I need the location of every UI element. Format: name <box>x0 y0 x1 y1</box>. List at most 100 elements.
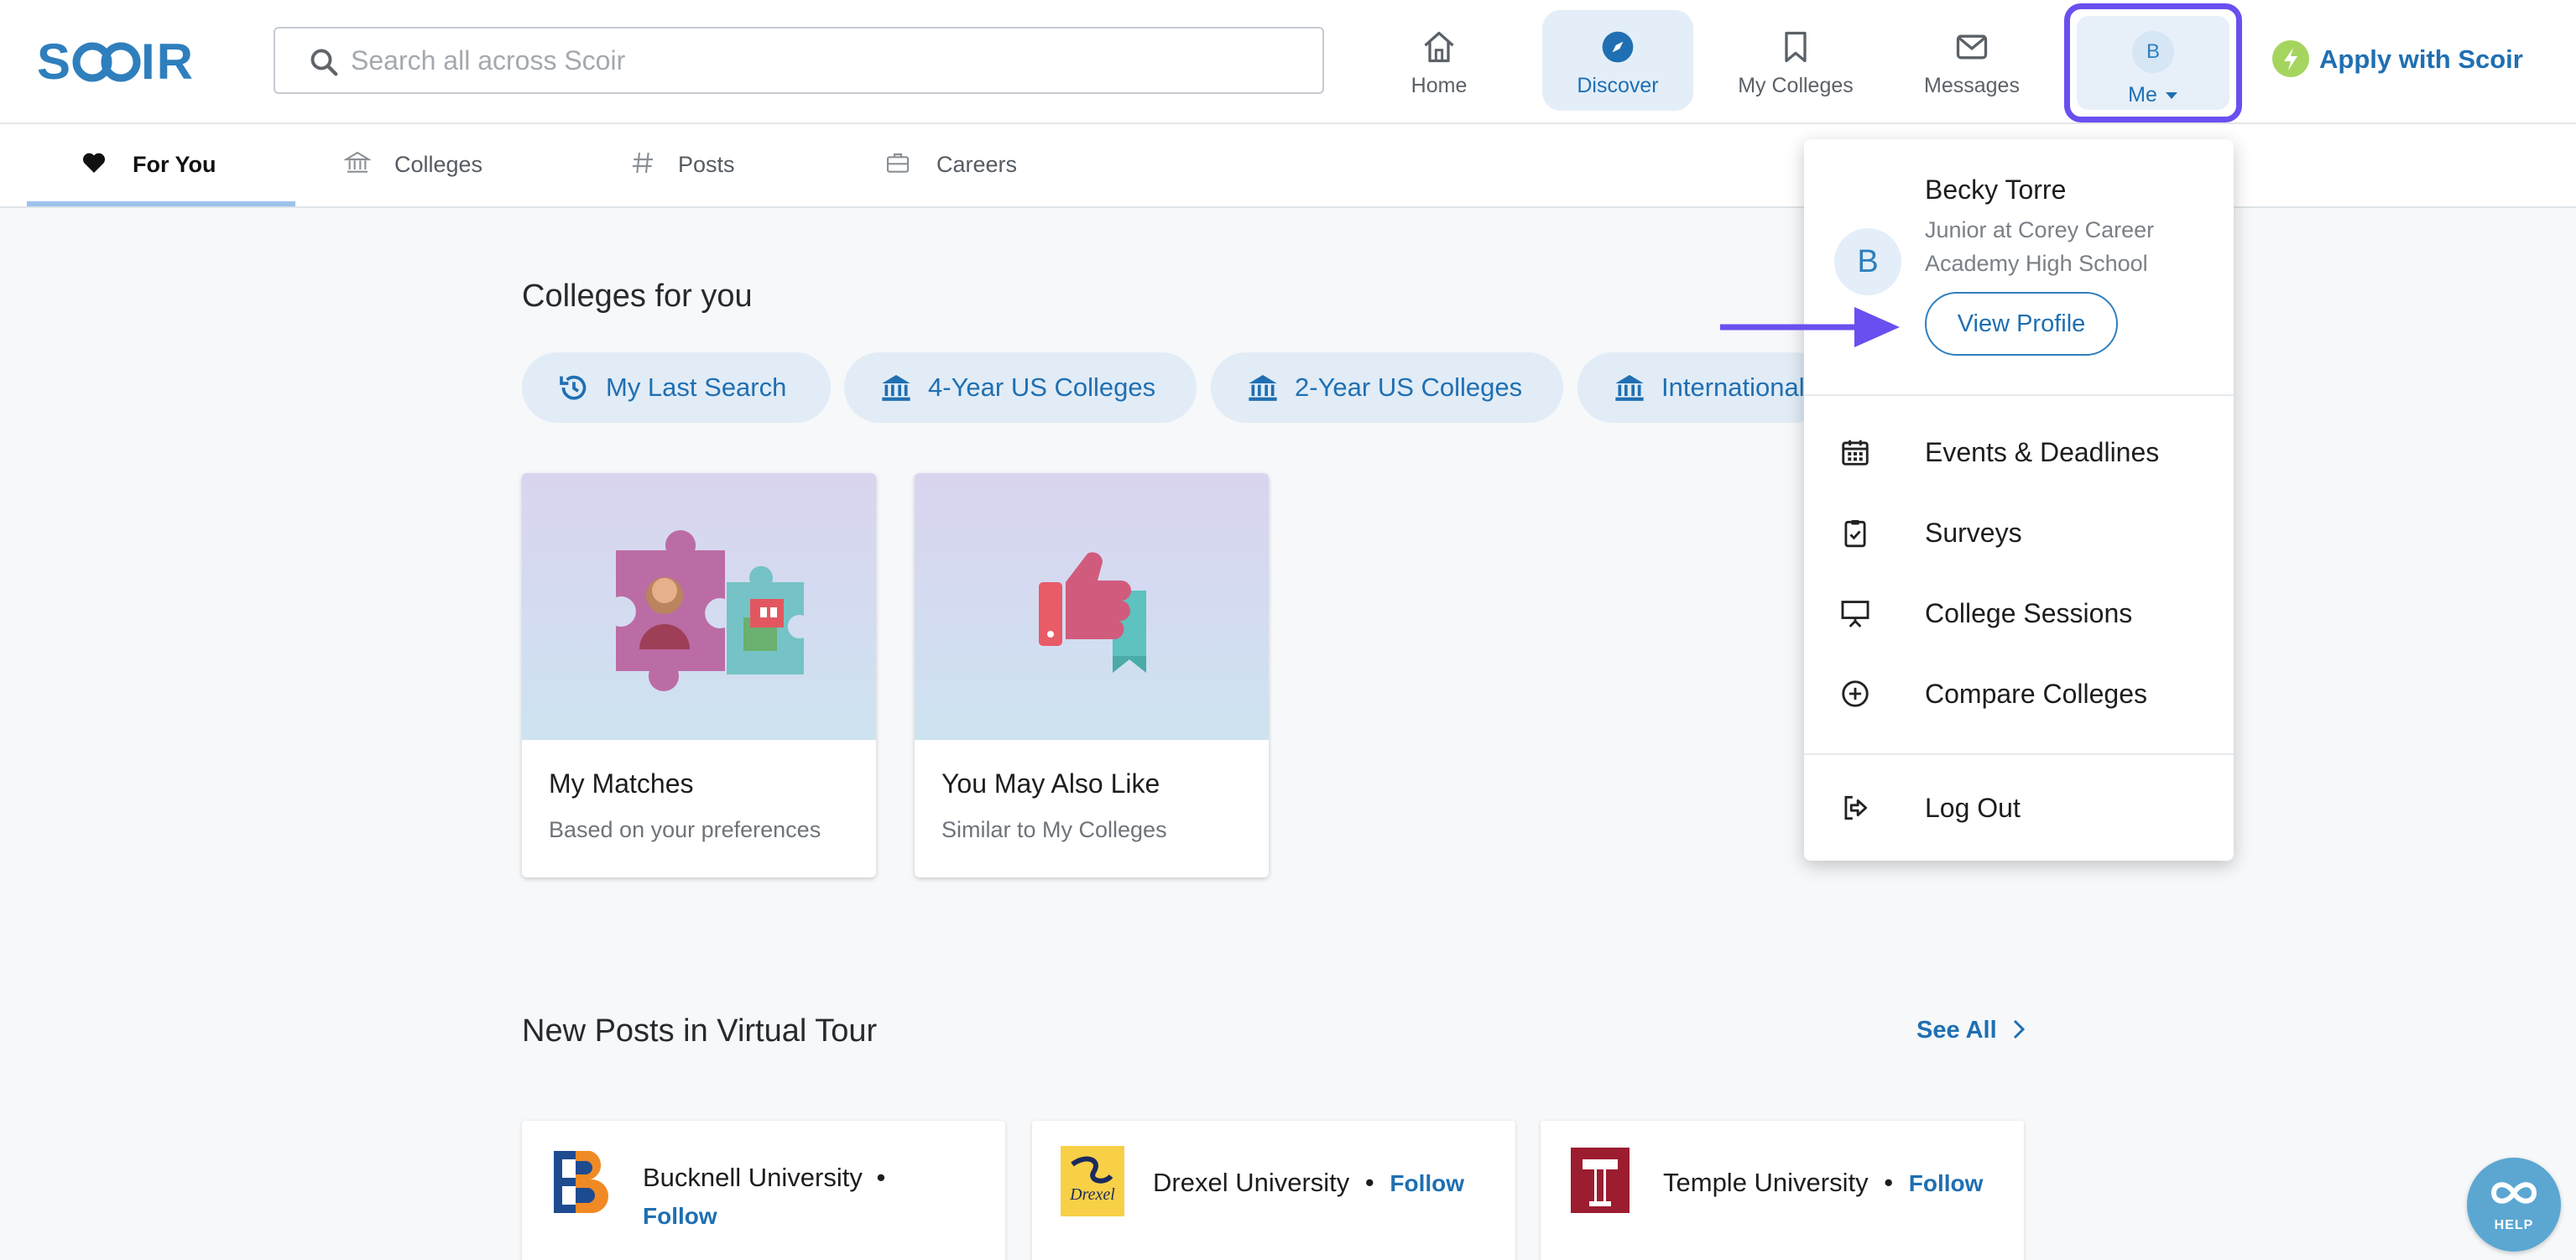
card-my-matches-subtitle: Based on your preferences <box>549 817 821 842</box>
nav-discover[interactable]: Discover <box>1542 10 1693 111</box>
search-bar[interactable] <box>274 27 1324 94</box>
menu-item-college-sessions[interactable]: College Sessions <box>1804 575 2234 651</box>
profile-school: Junior at Corey Career Academy High Scho… <box>1925 217 2155 276</box>
pill-2-year-us[interactable]: 2-Year US Colleges <box>1211 352 1563 423</box>
menu-divider <box>1804 394 2234 396</box>
nav-me-label: Me <box>2077 83 2229 107</box>
nav-messages[interactable]: Messages <box>1905 10 2039 111</box>
tab-colleges-label: Colleges <box>394 152 483 177</box>
nav-home-label: Home <box>1411 74 1468 97</box>
card-my-matches[interactable]: My Matches Based on your preferences <box>522 473 876 877</box>
help-button[interactable]: HELP <box>2467 1158 2561 1252</box>
briefcase-icon <box>886 153 910 173</box>
menu-item-label: College Sessions <box>1925 598 2133 628</box>
apply-with-scoir-button[interactable]: Apply with Scoir <box>2272 39 2523 79</box>
virtual-tour-title: New Posts in Virtual Tour <box>522 1013 878 1049</box>
institution-icon <box>344 151 371 173</box>
search-icon <box>310 49 338 76</box>
active-tab-indicator <box>27 201 295 206</box>
menu-item-label: Events & Deadlines <box>1925 437 2160 467</box>
tab-posts[interactable]: Posts <box>629 124 764 208</box>
follow-button[interactable]: Follow <box>1390 1170 1464 1196</box>
search-input[interactable] <box>351 39 1274 82</box>
menu-item-label: Surveys <box>1925 518 2022 548</box>
lightning-icon <box>2272 39 2309 77</box>
pill-international-label: International <box>1661 372 1805 402</box>
institution-icon <box>1615 375 1644 401</box>
drexel-logo: Drexel <box>1061 1146 1124 1216</box>
institution-icon <box>882 375 910 401</box>
university-name: Temple University <box>1663 1168 1869 1197</box>
colleges-for-you-title: Colleges for you <box>522 279 753 314</box>
nav-my-colleges[interactable]: My Colleges <box>1720 10 1871 111</box>
see-all-link[interactable]: See All <box>1916 1017 2027 1044</box>
apply-label: Apply with Scoir <box>2319 44 2523 74</box>
university-name: Bucknell University <box>643 1163 863 1192</box>
clipboard-check-icon <box>1844 519 1866 548</box>
nav-my-colleges-label: My Colleges <box>1738 74 1854 97</box>
university-name: Drexel University <box>1153 1168 1350 1197</box>
menu-item-events-deadlines[interactable]: Events & Deadlines <box>1804 414 2234 490</box>
history-icon <box>560 375 587 400</box>
institution-icon <box>1249 375 1277 401</box>
post-card-temple[interactable]: Temple University • Follow <box>1541 1121 2024 1260</box>
temple-logo <box>1571 1148 1630 1213</box>
post-university-name: Drexel University • Follow <box>1153 1168 1464 1198</box>
tab-for-you-label: For You <box>133 152 216 177</box>
chevron-right-icon <box>2013 1019 2025 1039</box>
profile-dropdown-menu: B Becky Torre Junior at Corey Career Aca… <box>1804 139 2234 861</box>
menu-item-log-out[interactable]: Log Out <box>1804 770 2234 846</box>
help-label: HELP <box>2494 1218 2534 1232</box>
profile-avatar: B <box>1834 228 1901 295</box>
menu-item-compare-colleges[interactable]: Compare Colleges <box>1804 656 2234 732</box>
menu-item-label: Compare Colleges <box>1925 679 2148 709</box>
nav-me-highlight[interactable]: B Me <box>2064 3 2242 122</box>
see-all-label: See All <box>1916 1017 1997 1044</box>
bookmark-icon <box>1785 31 1807 63</box>
post-card-bucknell[interactable]: Bucknell University • Follow <box>522 1121 1005 1260</box>
heart-icon <box>82 153 106 173</box>
puzzle-illustration <box>522 473 876 740</box>
pill-2-year-us-label: 2-Year US Colleges <box>1295 372 1523 402</box>
view-profile-button[interactable]: View Profile <box>1925 292 2118 356</box>
calendar-icon <box>1842 440 1869 466</box>
compass-icon <box>1602 31 1634 63</box>
menu-item-label: Log Out <box>1925 793 2021 823</box>
pill-international[interactable]: International <box>1577 352 1829 423</box>
envelope-icon <box>1956 34 1988 60</box>
tab-careers-label: Careers <box>936 152 1018 177</box>
infinity-icon <box>2490 1182 2537 1204</box>
home-icon <box>1424 31 1454 63</box>
nav-discover-label: Discover <box>1577 74 1659 97</box>
nav-messages-label: Messages <box>1924 74 2020 97</box>
pill-my-last-search[interactable]: My Last Search <box>522 352 831 423</box>
thumbs-up-illustration <box>915 473 1269 740</box>
tab-colleges[interactable]: Colleges <box>344 124 512 208</box>
tab-posts-label: Posts <box>678 152 735 177</box>
nav-home[interactable]: Home <box>1376 10 1502 111</box>
svg-text:S: S <box>37 34 72 87</box>
tab-careers[interactable]: Careers <box>884 124 1035 208</box>
svg-text:IR: IR <box>141 34 195 87</box>
pill-my-last-search-label: My Last Search <box>606 372 787 402</box>
tab-for-you[interactable]: For You <box>81 124 265 208</box>
card-my-matches-title: My Matches <box>549 768 694 799</box>
caret-down-icon <box>2165 92 2177 100</box>
scoir-logo-mark: S IR <box>37 34 195 90</box>
card-you-may-also-like[interactable]: You May Also Like Similar to My Colleges <box>915 473 1269 877</box>
post-university-name: Temple University • Follow <box>1663 1168 1983 1198</box>
pill-4-year-us-label: 4-Year US Colleges <box>928 372 1156 402</box>
nav-me[interactable]: B Me <box>2077 16 2229 110</box>
separator-dot: • <box>1364 1168 1374 1197</box>
pill-4-year-us[interactable]: 4-Year US Colleges <box>844 352 1197 423</box>
menu-item-surveys[interactable]: Surveys <box>1804 495 2234 570</box>
svg-text:Drexel: Drexel <box>1069 1185 1115 1204</box>
separator-dot: • <box>1884 1168 1894 1197</box>
card-you-may-also-like-title: You May Also Like <box>941 768 1160 799</box>
follow-button[interactable]: Follow <box>643 1203 717 1230</box>
menu-divider <box>1804 753 2234 755</box>
post-card-drexel[interactable]: Drexel Drexel University • Follow <box>1032 1121 1515 1260</box>
scoir-logo[interactable]: S IR <box>37 34 213 90</box>
nav-me-text: Me <box>2128 83 2157 107</box>
follow-button[interactable]: Follow <box>1909 1170 1984 1196</box>
